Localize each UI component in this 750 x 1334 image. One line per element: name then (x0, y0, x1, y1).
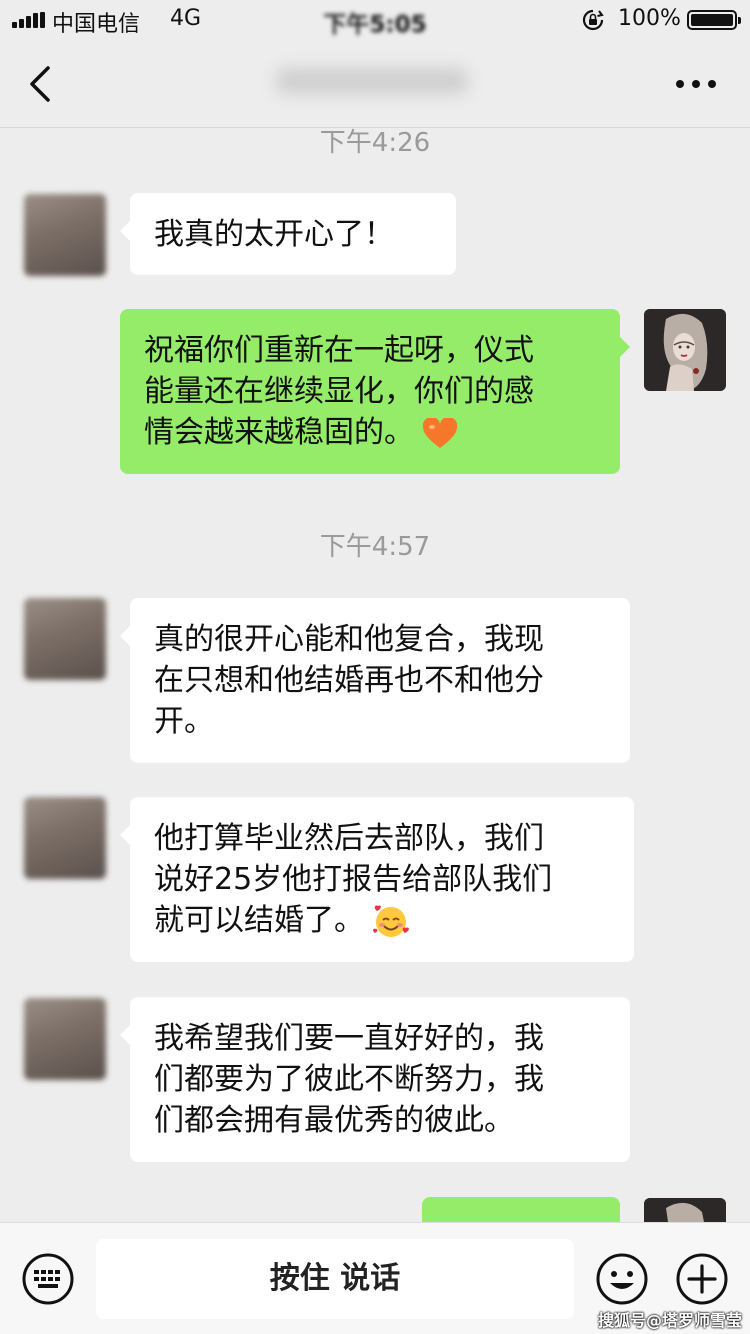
my-avatar[interactable] (644, 1198, 726, 1222)
message-text-line: 们都要为了彼此不断努力，我 (154, 1062, 544, 1097)
watermark: 搜狐号@塔罗师雪莹 (598, 1311, 743, 1330)
message-text-line: 我希望我们要一直好好的，我 (154, 1021, 544, 1056)
sent-message-bubble[interactable]: 祝福你们重新在一起呀，仪式 能量还在继续显化，你们的感 情会越来越稳固的。 (120, 309, 630, 474)
timestamp: 下午4:57 (319, 532, 431, 562)
timestamp: 下午4:26 (319, 128, 431, 158)
sent-message-bubble[interactable] (422, 1197, 630, 1245)
message-text-line: 他打算毕业然后去部队，我们 (154, 821, 544, 856)
message-text-line: 开。 (154, 704, 214, 739)
user-portrait-icon (644, 309, 726, 391)
battery-percent: 100% (618, 6, 681, 31)
keyboard-icon[interactable] (21, 1252, 75, 1306)
hold-to-talk-button[interactable]: 按住 说话 (96, 1239, 574, 1319)
received-message-bubble[interactable]: 我希望我们要一直好好的，我 们都要为了彼此不断努力，我 们都会拥有最优秀的彼此。 (120, 997, 630, 1162)
message-text-line: 们都会拥有最优秀的彼此。 (154, 1103, 514, 1138)
received-message-bubble[interactable]: 真的很开心能和他复合，我现 在只想和他结婚再也不和他分 开。 (120, 598, 630, 763)
message-text-line: 能量还在继续显化，你们的感 (144, 374, 534, 409)
message-text-line: 在只想和他结婚再也不和他分 (154, 663, 544, 698)
message-text-line: 情会越来越稳固的。 (144, 415, 414, 450)
contact-avatar[interactable] (24, 598, 106, 680)
message-text-line: 祝福你们重新在一起呀，仪式 (144, 333, 534, 368)
orange-heart-emoji-icon (422, 417, 458, 448)
message-text-line: 说好25岁他打报告给部队我们 (154, 862, 553, 897)
message-text-line: 我真的太开心了！ (154, 217, 394, 252)
rotation-lock-icon (582, 9, 604, 31)
message-text-line: 真的很开心能和他复合，我现 (154, 622, 544, 657)
smiling-face-with-hearts-emoji-icon (373, 904, 409, 937)
received-message-bubble[interactable]: 我真的太开心了！ (120, 193, 456, 275)
battery-icon (687, 10, 741, 30)
user-portrait-icon (644, 1198, 726, 1222)
smiley-icon[interactable] (595, 1252, 649, 1306)
my-avatar[interactable] (644, 309, 726, 391)
message-text-line: 就可以结婚了。 (154, 903, 364, 938)
plus-circle-icon[interactable] (675, 1252, 729, 1306)
chat-header (0, 40, 750, 128)
back-chevron-icon[interactable] (26, 64, 56, 104)
status-bar: 中国电信 4G 下午5:05 100% (0, 0, 750, 40)
more-options-icon[interactable] (674, 72, 718, 92)
chat-title (272, 62, 472, 100)
contact-avatar[interactable] (24, 998, 106, 1080)
contact-avatar[interactable] (24, 797, 106, 879)
contact-avatar[interactable] (24, 194, 106, 276)
received-message-bubble[interactable]: 他打算毕业然后去部队，我们 说好25岁他打报告给部队我们 就可以结婚了。 (120, 797, 634, 962)
